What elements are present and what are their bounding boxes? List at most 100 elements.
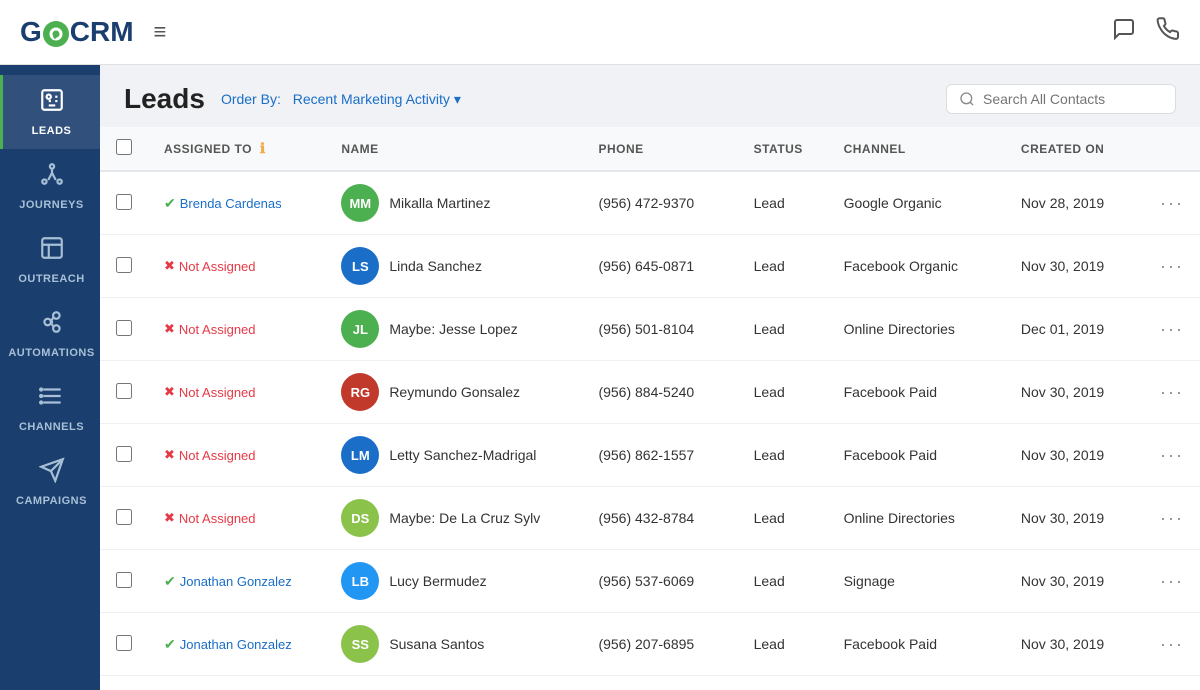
not-assigned-label[interactable]: ✖ Not Assigned	[164, 321, 309, 337]
search-box[interactable]	[946, 84, 1176, 114]
page-title: Leads	[124, 83, 205, 115]
table-row: ✖ Not Assigned DS Maybe: De La Cruz Sylv…	[100, 487, 1200, 550]
logo: G CRM ≡	[20, 16, 166, 48]
not-assigned-label[interactable]: ✖ Not Assigned	[164, 258, 309, 274]
row-checkbox[interactable]	[116, 383, 132, 399]
assigned-link[interactable]: ✔ Brenda Cardenas	[164, 195, 309, 212]
menu-button[interactable]: ≡	[154, 19, 167, 45]
channel-cell: Facebook Paid	[828, 424, 1005, 487]
row-checkbox-cell	[100, 361, 148, 424]
sidebar-label-outreach: OUTREACH	[18, 273, 84, 285]
assigned-link[interactable]: ✔ Jonathan Gonzalez	[164, 573, 309, 590]
phone-cell: (956) 472-9370	[582, 171, 737, 235]
row-checkbox[interactable]	[116, 635, 132, 651]
row-actions-button[interactable]: ···	[1138, 361, 1200, 424]
sidebar-item-campaigns[interactable]: CAMPAIGNS	[0, 445, 100, 519]
campaigns-icon	[39, 457, 65, 489]
leads-table-container: ASSIGNED TO ℹ NAME PHONE STATUS CHANNEL …	[100, 127, 1200, 690]
assigned-cell: ✖ Not Assigned	[148, 361, 325, 424]
not-assigned-label[interactable]: ✖ Not Assigned	[164, 510, 309, 526]
phone-cell: (956) 207-6895	[582, 613, 737, 676]
phone-cell: (956) 862-1557	[582, 424, 737, 487]
row-checkbox-cell	[100, 171, 148, 235]
assigned-cell: ✔ Jonathan Gonzalez	[148, 613, 325, 676]
phone-cell: (956) 645-0871	[582, 235, 737, 298]
order-by-selector[interactable]: Order By: Recent Marketing Activity ▾	[221, 91, 461, 108]
contact-name[interactable]: Mikalla Martinez	[389, 195, 490, 211]
header-name: NAME	[325, 127, 582, 171]
avatar: LS	[341, 247, 379, 285]
assigned-link[interactable]: ✔ Jonathan Gonzalez	[164, 636, 309, 653]
status-cell: Lead	[738, 613, 828, 676]
contact-name[interactable]: Maybe: Jesse Lopez	[389, 321, 517, 337]
row-checkbox[interactable]	[116, 509, 132, 525]
sidebar-item-leads[interactable]: LEADS	[0, 75, 100, 149]
phone-cell: (956) 884-5240	[582, 361, 737, 424]
contact-name[interactable]: Maybe: De La Cruz Sylv	[389, 510, 540, 526]
name-cell: LS Linda Sanchez	[325, 235, 582, 298]
search-input[interactable]	[983, 91, 1163, 107]
sidebar-item-channels[interactable]: CHANNELS	[0, 371, 100, 445]
channel-cell: Facebook Paid	[828, 361, 1005, 424]
sidebar-item-automations[interactable]: AUTOMATIONS	[0, 297, 100, 371]
row-checkbox-cell	[100, 613, 148, 676]
header-created: CREATED ON	[1005, 127, 1138, 171]
contact-name[interactable]: Linda Sanchez	[389, 258, 482, 274]
created-cell: Nov 30, 2019	[1005, 550, 1138, 613]
table-row: ✖ Not Assigned LM Letty Sanchez-Madrigal…	[100, 424, 1200, 487]
sidebar-label-campaigns: CAMPAIGNS	[16, 495, 87, 507]
row-actions-button[interactable]: ···	[1138, 424, 1200, 487]
avatar: MM	[341, 184, 379, 222]
journeys-icon	[39, 161, 65, 193]
row-actions-button[interactable]: ···	[1138, 613, 1200, 676]
row-checkbox[interactable]	[116, 572, 132, 588]
sidebar-item-outreach[interactable]: OUTREACH	[0, 223, 100, 297]
row-actions-button[interactable]: ···	[1138, 298, 1200, 361]
channel-cell: Online Directories	[828, 487, 1005, 550]
assigned-cell: ✖ Not Assigned	[148, 424, 325, 487]
row-checkbox[interactable]	[116, 257, 132, 273]
name-cell: JL Maybe: Jesse Lopez	[325, 298, 582, 361]
row-actions-button[interactable]: ···	[1138, 235, 1200, 298]
header-actions	[1138, 127, 1200, 171]
avatar: LB	[341, 562, 379, 600]
channels-icon	[39, 383, 65, 415]
name-cell: LM Letty Sanchez-Madrigal	[325, 424, 582, 487]
status-cell: Lead	[738, 171, 828, 235]
table-header-row: ASSIGNED TO ℹ NAME PHONE STATUS CHANNEL …	[100, 127, 1200, 171]
row-actions-button[interactable]: ···	[1138, 171, 1200, 235]
contact-name[interactable]: Letty Sanchez-Madrigal	[389, 447, 536, 463]
table-row: ✖ Not Assigned JL Maybe: Jesse Lopez (95…	[100, 298, 1200, 361]
name-cell: RG Reymundo Gonsalez	[325, 361, 582, 424]
name-cell: DS Maybe: De La Cruz Sylv	[325, 487, 582, 550]
phone-icon[interactable]	[1156, 17, 1180, 47]
avatar: DS	[341, 499, 379, 537]
sidebar: LEADS JOURNEYS OUTREACH	[0, 65, 100, 690]
contact-name[interactable]: Lucy Bermudez	[389, 573, 486, 589]
row-checkbox[interactable]	[116, 446, 132, 462]
select-all-checkbox[interactable]	[116, 139, 132, 155]
chat-icon[interactable]	[1112, 17, 1136, 47]
table-row: ✔ Brenda Cardenas MM Mikalla Martinez (9…	[100, 171, 1200, 235]
nav-right	[1112, 17, 1180, 47]
table-row: ✖ Not Assigned LS Linda Sanchez (956) 64…	[100, 235, 1200, 298]
avatar: JL	[341, 310, 379, 348]
name-cell: SS Susana Santos	[325, 613, 582, 676]
channel-cell: Google Organic	[828, 171, 1005, 235]
row-actions-button[interactable]: ···	[1138, 550, 1200, 613]
contact-name[interactable]: Susana Santos	[389, 636, 484, 652]
row-checkbox[interactable]	[116, 194, 132, 210]
not-assigned-label[interactable]: ✖ Not Assigned	[164, 447, 309, 463]
contact-name[interactable]: Reymundo Gonsalez	[389, 384, 520, 400]
row-checkbox[interactable]	[116, 320, 132, 336]
not-assigned-label[interactable]: ✖ Not Assigned	[164, 384, 309, 400]
sidebar-label-automations: AUTOMATIONS	[8, 347, 94, 359]
sidebar-item-journeys[interactable]: JOURNEYS	[0, 149, 100, 223]
row-checkbox-cell	[100, 550, 148, 613]
top-nav: G CRM ≡	[0, 0, 1200, 65]
header-assigned-to: ASSIGNED TO ℹ	[148, 127, 325, 171]
automations-icon	[39, 309, 65, 341]
row-actions-button[interactable]: ···	[1138, 487, 1200, 550]
table-row: ✖ Not Assigned RG Reymundo Gonsalez (956…	[100, 361, 1200, 424]
status-cell: Lead	[738, 550, 828, 613]
